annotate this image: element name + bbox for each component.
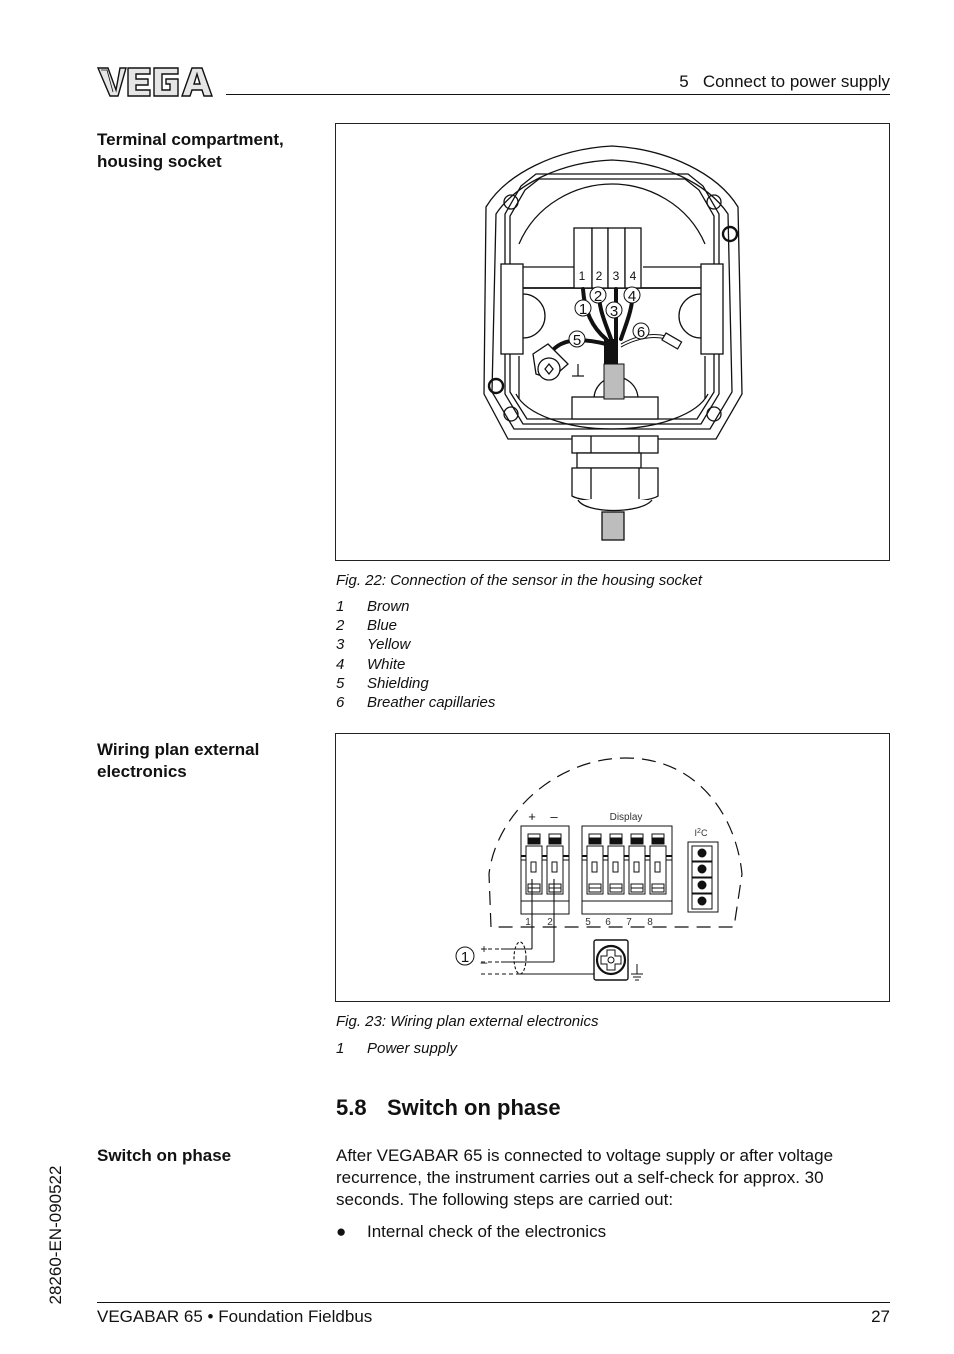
vega-logo-icon: [96, 67, 213, 97]
plus-label: +: [528, 809, 536, 824]
document-id: 28260-EN-090522: [46, 1165, 65, 1305]
figure-23-legend: 1 Power supply: [336, 1039, 457, 1058]
svg-text:6: 6: [637, 324, 645, 341]
display-label: Display: [610, 812, 643, 823]
display-terminal-block: [581, 825, 673, 915]
terminal-number: 7: [626, 917, 632, 928]
legend-item: 1 Power supply: [336, 1040, 458, 1058]
side-heading-wiring-plan: Wiring plan external electronics: [97, 739, 317, 783]
i2c-label: I2C: [695, 828, 708, 838]
footer-product: VEGABAR 65 • Foundation Fieldbus: [97, 1307, 373, 1326]
legend-item: 1 Brown: [336, 598, 410, 616]
svg-text:5: 5: [573, 332, 581, 349]
svg-text:2: 2: [594, 288, 602, 305]
callout-power-supply: 1: [455, 946, 475, 966]
ground-symbol-icon: [631, 964, 643, 981]
terminal-number: 3: [613, 269, 620, 283]
power-terminal-block: [520, 825, 570, 915]
terminal-number: 1: [525, 917, 531, 928]
svg-text:4: 4: [628, 288, 636, 305]
terminal-number: 2: [596, 269, 603, 283]
bullet-item: ● Internal check of the electronics: [336, 1222, 606, 1242]
terminal-number: 5: [585, 917, 591, 928]
minus-label: –: [550, 809, 558, 824]
wiring-plan-diagram: + – Display I2C 1 2 5 6 7 8 1 + –: [455, 757, 743, 981]
spring-clamp: [649, 833, 667, 895]
header-rule: [226, 94, 890, 95]
spring-clamp: [607, 833, 625, 895]
spring-clamp: [628, 833, 646, 895]
figure-22-legend: 1 Brown 2 Blue 3 Yellow 4 White 5 Shielding 6…: [336, 597, 495, 712]
chapter-title: 5 Connect to power supply: [679, 72, 890, 91]
footer-rule: [97, 1302, 890, 1303]
terminal-number: 8: [647, 917, 653, 928]
side-heading-terminal-compartment: Terminal compartment, housing socket: [97, 129, 317, 173]
side-heading-line: electronics: [97, 762, 187, 781]
side-heading-line: Terminal compartment,: [97, 130, 284, 149]
supply-plus-label: +: [480, 942, 487, 956]
figure-23-wiring-plan: + – Display I2C 1 2 5 6 7 8 1 + –: [335, 733, 890, 1002]
section-title: Switch on phase: [387, 1095, 561, 1120]
housing-socket-diagram: 1 2 3 4 1 2 3 4 5 6: [483, 145, 743, 541]
figure-22-caption: Fig. 22: Connection of the sensor in the…: [336, 572, 703, 589]
terminal-number: 6: [605, 917, 611, 928]
legend-item: 2 Blue: [336, 617, 398, 635]
ground-terminal: [593, 939, 629, 981]
terminal-number: 4: [630, 269, 637, 283]
cable-gland: [571, 435, 659, 541]
legend-item: 6 Breather capillaries: [336, 694, 496, 712]
legend-item: 4 White: [336, 655, 406, 673]
terminal-number: 1: [579, 269, 586, 283]
svg-text:3: 3: [610, 303, 618, 320]
terminal-number: 2: [547, 917, 553, 928]
side-heading-line: housing socket: [97, 152, 222, 171]
bullet-text: Internal check of the electronics: [367, 1222, 607, 1241]
legend-item: 3 Yellow: [336, 636, 411, 654]
supply-minus-label: –: [481, 955, 488, 969]
paragraph: After VEGABAR 65 is connected to voltage…: [336, 1146, 834, 1209]
section-heading-switch-on-phase: 5.8 Switch on phase: [336, 1095, 561, 1121]
section-number: 5.8: [336, 1095, 367, 1120]
legend-item: 5 Shielding: [336, 674, 429, 692]
side-heading-switch-on-phase: Switch on phase: [97, 1146, 232, 1165]
spring-clamp: [525, 833, 543, 895]
spring-clamp: [586, 833, 604, 895]
bullet-icon: ●: [336, 1222, 347, 1241]
vega-logo: [96, 64, 214, 100]
svg-text:1: 1: [461, 949, 469, 966]
i2c-connector: [687, 841, 719, 913]
svg-text:1: 1: [579, 301, 587, 318]
spring-clamp: [546, 833, 564, 895]
page-number: 27: [871, 1307, 890, 1326]
figure-22-housing-socket: 1 2 3 4 1 2 3 4 5 6: [335, 123, 890, 561]
figure-23-caption: Fig. 23: Wiring plan external electronic…: [336, 1013, 599, 1030]
side-heading-line: Wiring plan external: [97, 740, 260, 759]
